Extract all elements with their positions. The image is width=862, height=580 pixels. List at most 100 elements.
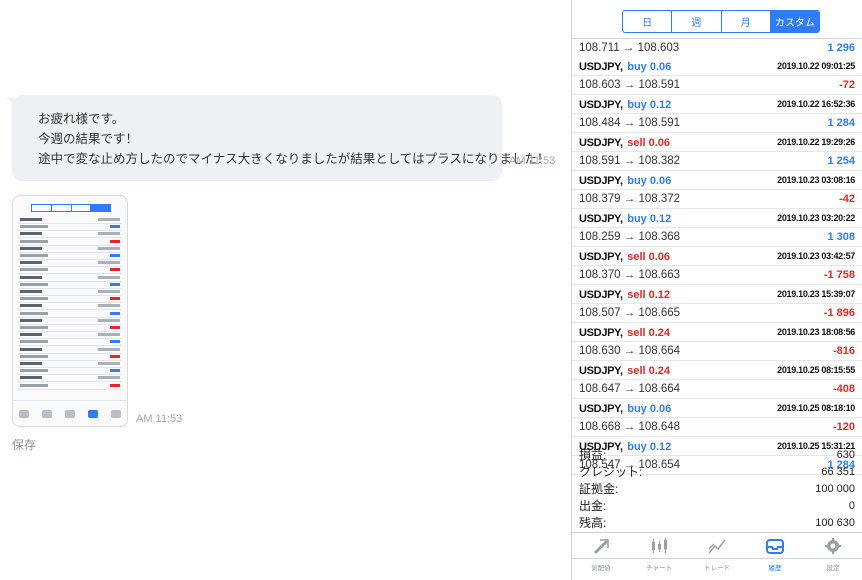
trade-date: 2019.10.23 18:08:56 xyxy=(777,327,855,337)
segment-week[interactable]: 週 xyxy=(672,11,722,32)
trade-row-partial[interactable]: 108.711 → 108.603 1 296 xyxy=(572,39,862,57)
price-range: 108.259 → 108.368 xyxy=(579,231,681,243)
thumbnail-value xyxy=(110,354,120,358)
thumbnail-value xyxy=(98,232,120,236)
thumbnail-separator xyxy=(18,223,122,224)
trade-header-row[interactable]: USDJPY, sell 0.06 2019.10.23 03:42:57 xyxy=(572,247,862,266)
segment-month[interactable]: 月 xyxy=(722,11,771,32)
trade-price-row[interactable]: 108.647 → 108.664 -408 xyxy=(572,380,862,399)
trade-price-row[interactable]: 108.370 → 108.663 -1 758 xyxy=(572,266,862,285)
trade-price-row[interactable]: 108.484 → 108.591 1 284 xyxy=(572,114,862,133)
thumbnail-line xyxy=(20,268,48,272)
thumbnail-line xyxy=(20,246,42,250)
summary-label: 証拠金: xyxy=(579,482,619,496)
thumbnail-line xyxy=(20,311,48,315)
summary-row-balance: 残高: 100 630 xyxy=(572,514,862,531)
trade-title: USDJPY, buy 0.06 xyxy=(579,399,671,417)
summary-value: 100 630 xyxy=(815,516,855,529)
thumbnail-value xyxy=(98,261,120,265)
profit-value: -1 896 xyxy=(823,307,855,319)
trade-side: sell 0.24 xyxy=(627,365,671,377)
thumbnail-line xyxy=(20,340,48,344)
trade-price-row[interactable]: 108.259 → 108.368 1 308 xyxy=(572,228,862,247)
thumbnail-line xyxy=(20,347,42,351)
quotes-icon xyxy=(594,539,609,554)
profit-value: -1 758 xyxy=(823,269,855,281)
thumbnail-separator xyxy=(18,374,122,376)
profit-value: 1 308 xyxy=(827,231,855,243)
history-panel: 日 週 月 カスタム 108.711 → 108.603 1 296 USDJP… xyxy=(571,0,862,580)
trade-title: USDJPY, sell 0.24 xyxy=(579,361,670,379)
thumbnail-segment-control xyxy=(31,204,111,212)
thumbnail-line xyxy=(20,225,48,229)
tab-history[interactable]: 履歴 xyxy=(746,539,804,580)
trade-header-row[interactable]: USDJPY, sell 0.06 2019.10.22 19:29:26 xyxy=(572,133,862,152)
trade-side: buy 0.06 xyxy=(627,403,672,415)
summary-label: 残高: xyxy=(579,516,607,530)
tab-trade[interactable]: トレード xyxy=(688,539,746,580)
thumbnail-value xyxy=(98,290,120,293)
thumbnail-separator xyxy=(18,230,122,232)
thumbnail-value xyxy=(110,297,120,301)
trade-header-row[interactable]: USDJPY, sell 0.24 2019.10.25 08:15:55 xyxy=(572,361,862,380)
summary-row-credit: クレジット: 66 351 xyxy=(572,463,862,480)
thumbnail-line xyxy=(20,383,48,387)
summary-label: 損益: xyxy=(579,448,607,462)
thumbnail-separator xyxy=(18,251,122,253)
thumbnail-separator xyxy=(18,316,122,318)
thumbnail-separator xyxy=(18,295,122,296)
trade-date: 2019.10.23 03:42:57 xyxy=(777,251,855,261)
trade-header-row[interactable]: USDJPY, sell 0.12 2019.10.23 15:39:07 xyxy=(572,285,862,304)
price-range: 108.591 → 108.382 xyxy=(579,155,681,167)
tab-label: トレード xyxy=(704,565,730,572)
thumbnail-value xyxy=(98,318,120,322)
tab-quotes[interactable]: 気配値 xyxy=(572,539,630,580)
segment-day[interactable]: 日 xyxy=(623,11,673,32)
period-segment-control: 日 週 月 カスタム xyxy=(622,10,820,33)
symbol: USDJPY, xyxy=(579,61,623,73)
chat-message-bubble[interactable]: お疲れ様です。 今週の結果です！ 途中で変な止め方したのでマイナス大きくなりまし… xyxy=(12,95,549,181)
thumbnail-value xyxy=(98,362,120,365)
trade-price-row[interactable]: 108.507 → 108.665 -1 896 xyxy=(572,304,862,323)
thumbnail-separator xyxy=(18,331,122,332)
trade-price-row[interactable]: 108.603 → 108.591 -72 xyxy=(572,76,862,95)
trade-date: 2019.10.22 09:01:25 xyxy=(777,61,855,71)
tab-chart[interactable]: チャート xyxy=(630,538,688,580)
price-range: 108.647 → 108.664 xyxy=(579,383,681,395)
save-link[interactable]: 保存 xyxy=(12,436,36,453)
trade-header-row[interactable]: USDJPY, buy 0.06 2019.10.25 08:18:10 xyxy=(572,399,862,418)
profit-value: -72 xyxy=(839,79,855,91)
trade-price-row[interactable]: 108.630 → 108.664 -816 xyxy=(572,342,862,361)
trade-header-row[interactable]: USDJPY, buy 0.12 2019.10.22 16:52:36 xyxy=(572,95,862,114)
thumbnail-value xyxy=(110,282,120,286)
thumbnail-value xyxy=(98,246,120,250)
segment-custom[interactable]: カスタム xyxy=(770,11,819,32)
trade-title: USDJPY, buy 0.12 xyxy=(579,209,671,227)
screenshot-thumbnail[interactable] xyxy=(12,195,128,427)
trade-price-row[interactable]: 108.591 → 108.382 1 254 xyxy=(572,152,862,171)
price-range: 108.379 → 108.372 xyxy=(579,193,681,205)
thumbnail-separator xyxy=(18,259,122,260)
trade-date: 2019.10.25 08:18:10 xyxy=(777,403,855,413)
message-line: 今週の結果です！ xyxy=(38,132,139,146)
trade-header-row[interactable]: USDJPY, buy 0.12 2019.10.23 03:20:22 xyxy=(572,209,862,228)
trade-header-row[interactable]: USDJPY, buy 0.06 2019.10.22 09:01:25 xyxy=(572,57,862,76)
thumbnail-separator xyxy=(18,287,122,289)
trade-side: buy 0.12 xyxy=(627,213,672,225)
symbol: USDJPY, xyxy=(579,365,623,377)
thumbnail-value xyxy=(98,376,120,380)
symbol: USDJPY, xyxy=(579,175,623,187)
trade-price-row[interactable]: 108.379 → 108.372 -42 xyxy=(572,190,862,209)
price-range: 108.484 → 108.591 xyxy=(579,117,681,129)
thumbnail-value xyxy=(110,239,120,243)
trade-date: 2019.10.23 03:20:22 xyxy=(777,213,855,223)
trade-header-row[interactable]: USDJPY, buy 0.06 2019.10.23 03:08:16 xyxy=(572,171,862,190)
tab-label: 履歴 xyxy=(768,565,782,572)
trade-price-row[interactable]: 108.668 → 108.648 -120 xyxy=(572,418,862,437)
symbol: USDJPY, xyxy=(579,137,623,149)
thumbnail-separator xyxy=(18,273,122,275)
image-timestamp: AM 11:53 xyxy=(136,413,183,425)
tab-settings[interactable]: 設定 xyxy=(804,538,862,580)
trade-header-row[interactable]: USDJPY, sell 0.24 2019.10.23 18:08:56 xyxy=(572,323,862,342)
bottom-tab-bar: 気配値 チャート トレード 履歴 設定 xyxy=(572,538,862,580)
